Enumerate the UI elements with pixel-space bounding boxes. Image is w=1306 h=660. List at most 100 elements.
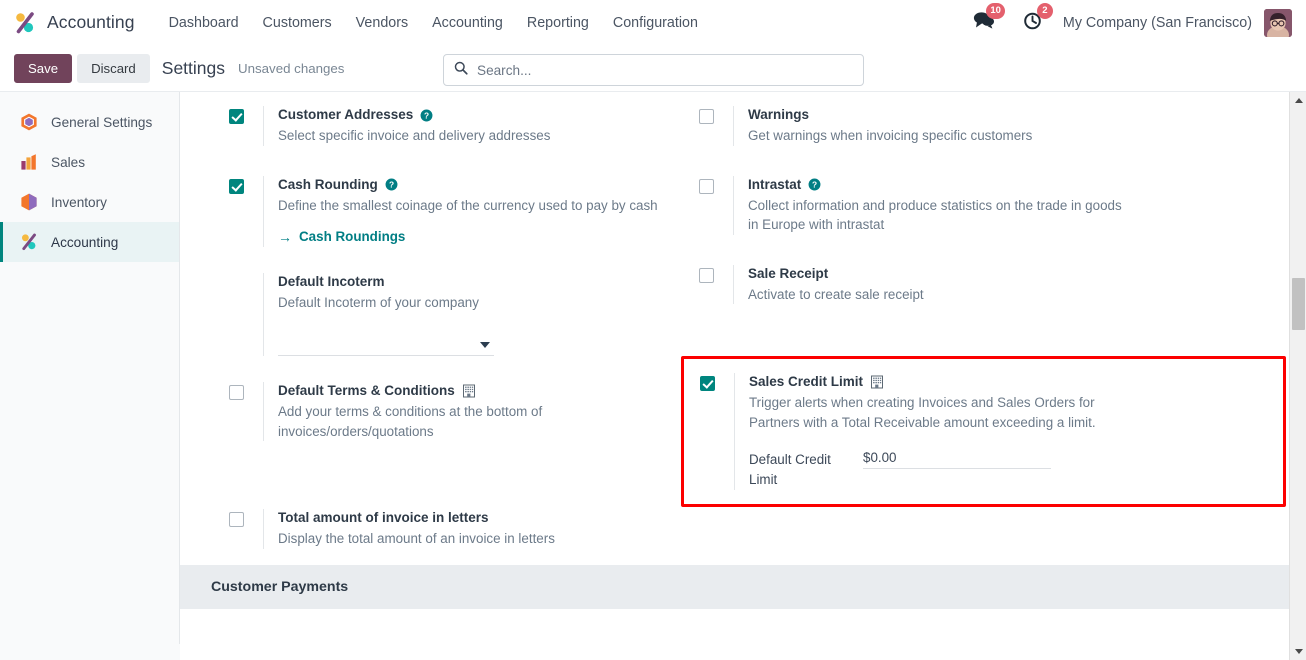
checkbox-total-in-letters[interactable] <box>229 512 244 527</box>
setting-title-row: Warnings <box>748 106 1286 124</box>
company-switcher[interactable]: My Company (San Francisco) <box>1057 15 1264 31</box>
desc-sales-credit-limit: Trigger alerts when creating Invoices an… <box>749 395 1096 430</box>
menu-item-configuration[interactable]: Configuration <box>601 9 710 37</box>
desc-customer-addresses: Select specific invoice and delivery add… <box>278 128 551 143</box>
navbar-right-area: 10 2 My Company (San Francisco) <box>959 2 1296 38</box>
setting-default-incoterm: Default Incoterm Default Incoterm of you… <box>221 272 691 356</box>
label-customer-addresses: Customer Addresses <box>278 107 414 122</box>
scroll-down-arrow-icon[interactable] <box>1290 643 1306 660</box>
checkbox-sale-receipt[interactable] <box>699 267 714 283</box>
default-credit-limit-row: Default Credit Limit <box>749 450 1271 490</box>
general-settings-app-icon <box>19 112 39 132</box>
search-bar[interactable] <box>443 54 864 86</box>
setting-customer-addresses: Customer Addresses ? Select specific inv… <box>221 106 691 146</box>
setting-text: Customer Addresses ? Select specific inv… <box>263 106 691 146</box>
desc-intrastat: Collect information and produce statisti… <box>748 197 1122 233</box>
save-button[interactable]: Save <box>14 54 73 83</box>
checkbox-cell <box>221 176 263 194</box>
section-header-customer-payments: Customer Payments <box>180 564 1306 609</box>
checkbox-intrastat[interactable] <box>699 178 714 194</box>
checkbox-cell <box>221 509 263 527</box>
checkbox-cell <box>691 106 733 124</box>
search-icon <box>454 61 468 80</box>
svg-text:?: ? <box>812 180 817 190</box>
checkbox-cell <box>221 382 263 400</box>
activities-button[interactable]: 2 <box>1009 2 1057 38</box>
sidebar-bottom-strip <box>0 644 180 660</box>
sidebar-item-general-settings[interactable]: General Settings <box>0 102 179 142</box>
default-incoterm-select[interactable] <box>278 334 494 356</box>
scroll-up-arrow-icon[interactable] <box>1290 92 1306 109</box>
vertical-scrollbar[interactable] <box>1289 92 1306 660</box>
default-credit-limit-label: Default Credit Limit <box>749 452 831 487</box>
link-cash-roundings[interactable]: → Cash Roundings <box>278 229 405 244</box>
settings-scroll-area: Customer Addresses ? Select specific inv… <box>180 92 1306 609</box>
discard-button[interactable]: Discard <box>77 54 150 83</box>
setting-warnings: Warnings Get warnings when invoicing spe… <box>691 106 1286 146</box>
checkbox-cell <box>691 176 733 194</box>
desc-warnings: Get warnings when invoicing specific cus… <box>748 128 1033 143</box>
checkbox-default-terms[interactable] <box>229 385 244 400</box>
sidebar-item-inventory[interactable]: Inventory <box>0 182 179 222</box>
label-total-in-letters: Total amount of invoice in letters <box>278 510 489 525</box>
checkbox-cell <box>691 265 733 283</box>
label-warnings: Warnings <box>748 107 810 122</box>
sidebar-item-sales[interactable]: Sales <box>0 142 179 182</box>
checkbox-warnings[interactable] <box>699 109 714 124</box>
menu-item-dashboard[interactable]: Dashboard <box>157 9 251 37</box>
messages-badge: 10 <box>986 2 1005 19</box>
checkbox-cell <box>692 373 734 391</box>
odoo-accounting-logo-icon <box>12 10 38 36</box>
settings-column-left: Customer Addresses ? Select specific inv… <box>221 106 691 549</box>
arrow-right-icon: → <box>278 228 292 245</box>
setting-text: Default Incoterm Default Incoterm of you… <box>263 272 691 356</box>
label-default-terms: Default Terms & Conditions <box>278 383 455 398</box>
setting-sales-credit-limit: Sales Credit Limit Trigger alerts when c… <box>692 373 1271 490</box>
setting-title-row: Customer Addresses ? <box>278 106 691 124</box>
sales-app-icon <box>19 152 39 172</box>
setting-title-row: Total amount of invoice in letters <box>278 509 691 527</box>
menu-item-accounting[interactable]: Accounting <box>420 9 515 37</box>
user-avatar[interactable] <box>1264 8 1292 37</box>
scrollbar-thumb[interactable] <box>1292 278 1305 330</box>
setting-total-in-letters: Total amount of invoice in letters Displ… <box>221 509 691 549</box>
menu-item-vendors[interactable]: Vendors <box>344 9 420 37</box>
desc-default-incoterm: Default Incoterm of your company <box>278 294 479 310</box>
chevron-down-icon <box>480 341 490 348</box>
brand-name: Accounting <box>47 12 135 32</box>
help-circle-icon[interactable]: ? <box>808 178 821 191</box>
svg-text:?: ? <box>389 180 394 190</box>
page-title: Settings <box>161 58 225 78</box>
settings-body: General Settings Sales Inventory Account… <box>0 92 1306 660</box>
sidebar-label-inventory: Inventory <box>51 194 107 210</box>
settings-sidebar: General Settings Sales Inventory Account… <box>0 92 180 660</box>
setting-text: Default Terms & Conditions Add your term… <box>263 382 691 441</box>
desc-default-terms: Add your terms & conditions at the botto… <box>278 404 543 439</box>
sidebar-item-accounting[interactable]: Accounting <box>0 222 179 262</box>
link-cash-roundings-label: Cash Roundings <box>299 229 406 244</box>
settings-content: Customer Addresses ? Select specific inv… <box>180 92 1306 660</box>
help-circle-icon[interactable]: ? <box>420 109 433 122</box>
menu-item-customers[interactable]: Customers <box>251 9 344 37</box>
setting-title-row: Default Incoterm <box>278 273 691 291</box>
checkbox-cash-rounding[interactable] <box>229 178 244 194</box>
help-circle-icon[interactable]: ? <box>385 178 398 191</box>
activities-badge: 2 <box>1036 2 1053 19</box>
checkbox-sales-credit-limit[interactable] <box>700 376 715 391</box>
default-credit-limit-input[interactable] <box>863 450 1051 469</box>
label-cash-rounding: Cash Rounding <box>278 176 378 192</box>
checkbox-customer-addresses[interactable] <box>229 109 244 124</box>
menu-item-reporting[interactable]: Reporting <box>515 9 601 37</box>
setting-title-row: Sale Receipt <box>748 265 1286 283</box>
search-input[interactable] <box>477 62 853 78</box>
label-default-incoterm: Default Incoterm <box>278 273 385 289</box>
svg-text:?: ? <box>424 110 429 120</box>
setting-sale-receipt: Sale Receipt Activate to create sale rec… <box>691 264 1286 304</box>
setting-title-row: Cash Rounding ? <box>278 176 691 194</box>
settings-grid: Customer Addresses ? Select specific inv… <box>180 92 1306 549</box>
brand-home-link[interactable]: Accounting <box>12 10 135 36</box>
setting-text: Warnings Get warnings when invoicing spe… <box>733 106 1286 146</box>
messages-button[interactable]: 10 <box>959 2 1009 38</box>
setting-cash-rounding: Cash Rounding ? Define the smallest coin… <box>221 175 691 247</box>
unsaved-changes-note: Unsaved changes <box>238 61 345 76</box>
